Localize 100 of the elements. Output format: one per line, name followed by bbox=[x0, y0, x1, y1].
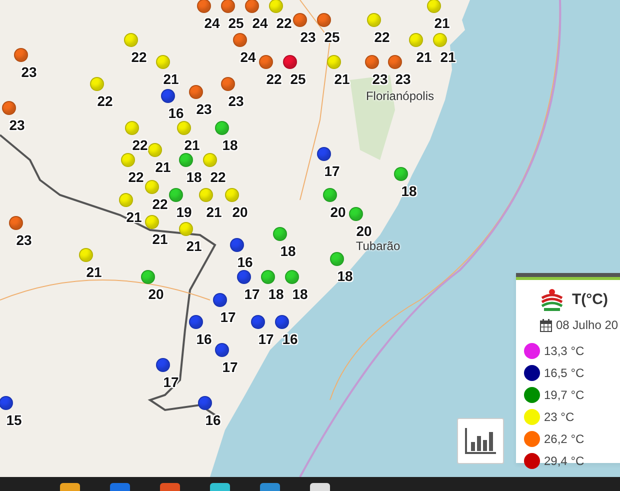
temperature-label: 18 bbox=[337, 269, 353, 283]
taskbar-icon[interactable] bbox=[110, 483, 130, 491]
station-marker[interactable] bbox=[215, 121, 229, 135]
temperature-label: 18 bbox=[222, 138, 238, 152]
temperature-label: 23 bbox=[9, 118, 25, 132]
temperature-label: 16 bbox=[205, 413, 221, 427]
station-marker[interactable] bbox=[269, 0, 283, 13]
station-marker[interactable] bbox=[245, 0, 259, 13]
station-marker[interactable] bbox=[2, 101, 16, 115]
temperature-label: 18 bbox=[401, 184, 417, 198]
station-marker[interactable] bbox=[161, 89, 175, 103]
temperature-label: 21 bbox=[86, 265, 102, 279]
station-marker[interactable] bbox=[141, 270, 155, 284]
station-marker[interactable] bbox=[203, 153, 217, 167]
temperature-label: 21 bbox=[152, 232, 168, 246]
temperature-label: 16 bbox=[168, 106, 184, 120]
temperature-label: 18 bbox=[186, 170, 202, 184]
station-marker[interactable] bbox=[427, 0, 441, 13]
station-marker[interactable] bbox=[273, 227, 287, 241]
station-marker[interactable] bbox=[283, 55, 297, 69]
station-marker[interactable] bbox=[197, 0, 211, 13]
station-marker[interactable] bbox=[327, 55, 341, 69]
temperature-label: 17 bbox=[258, 332, 274, 346]
station-marker[interactable] bbox=[237, 270, 251, 284]
station-marker[interactable] bbox=[323, 188, 337, 202]
temperature-label: 17 bbox=[222, 360, 238, 374]
station-marker[interactable] bbox=[317, 147, 331, 161]
station-marker[interactable] bbox=[145, 215, 159, 229]
taskbar-icon[interactable] bbox=[260, 483, 280, 491]
legend-title: T(°C) bbox=[572, 290, 608, 310]
temperature-label: 21 bbox=[440, 50, 456, 64]
station-marker[interactable] bbox=[179, 222, 193, 236]
legend-label: 13,3 °C bbox=[544, 343, 584, 360]
taskbar-icon[interactable] bbox=[160, 483, 180, 491]
taskbar-icon[interactable] bbox=[210, 483, 230, 491]
station-marker[interactable] bbox=[156, 358, 170, 372]
station-marker[interactable] bbox=[259, 55, 273, 69]
station-marker[interactable] bbox=[199, 188, 213, 202]
temperature-label: 22 bbox=[128, 170, 144, 184]
temperature-label: 24 bbox=[240, 50, 256, 64]
station-marker[interactable] bbox=[14, 48, 28, 62]
taskbar-icon[interactable] bbox=[310, 483, 330, 491]
chart-button[interactable] bbox=[457, 418, 504, 464]
station-marker[interactable] bbox=[177, 121, 191, 135]
place-label: Tubarão bbox=[356, 240, 400, 252]
station-marker[interactable] bbox=[121, 153, 135, 167]
station-marker[interactable] bbox=[169, 188, 183, 202]
temperature-label: 23 bbox=[196, 102, 212, 116]
temperature-label: 25 bbox=[228, 16, 244, 30]
station-marker[interactable] bbox=[189, 315, 203, 329]
station-marker[interactable] bbox=[230, 238, 244, 252]
station-marker[interactable] bbox=[145, 180, 159, 194]
station-marker[interactable] bbox=[0, 396, 13, 410]
station-marker[interactable] bbox=[409, 33, 423, 47]
station-marker[interactable] bbox=[221, 77, 235, 91]
temperature-label: 16 bbox=[237, 255, 253, 269]
temperature-label: 21 bbox=[163, 72, 179, 86]
temperature-label: 21 bbox=[155, 160, 171, 174]
station-marker[interactable] bbox=[79, 248, 93, 262]
station-marker[interactable] bbox=[433, 33, 447, 47]
station-marker[interactable] bbox=[317, 13, 331, 27]
station-marker[interactable] bbox=[198, 396, 212, 410]
temperature-label: 21 bbox=[126, 210, 142, 224]
station-marker[interactable] bbox=[90, 77, 104, 91]
station-marker[interactable] bbox=[349, 207, 363, 221]
calendar-icon bbox=[540, 318, 552, 332]
temperature-label: 21 bbox=[434, 16, 450, 30]
station-marker[interactable] bbox=[388, 55, 402, 69]
station-marker[interactable] bbox=[156, 55, 170, 69]
station-marker[interactable] bbox=[213, 293, 227, 307]
temperature-label: 17 bbox=[163, 375, 179, 389]
station-marker[interactable] bbox=[293, 13, 307, 27]
station-marker[interactable] bbox=[124, 33, 138, 47]
station-marker[interactable] bbox=[330, 252, 344, 266]
station-marker[interactable] bbox=[189, 85, 203, 99]
station-marker[interactable] bbox=[119, 193, 133, 207]
station-marker[interactable] bbox=[367, 13, 381, 27]
bar-chart-icon bbox=[464, 428, 496, 454]
legend-date: 08 Julho 20 bbox=[556, 317, 618, 334]
temperature-label: 21 bbox=[206, 205, 222, 219]
station-marker[interactable] bbox=[179, 153, 193, 167]
temperature-label: 22 bbox=[132, 138, 148, 152]
station-marker[interactable] bbox=[148, 143, 162, 157]
station-marker[interactable] bbox=[225, 188, 239, 202]
temperature-label: 17 bbox=[244, 287, 260, 301]
station-marker[interactable] bbox=[215, 343, 229, 357]
station-marker[interactable] bbox=[285, 270, 299, 284]
station-marker[interactable] bbox=[394, 167, 408, 181]
temperature-label: 17 bbox=[324, 164, 340, 178]
station-marker[interactable] bbox=[251, 315, 265, 329]
station-marker[interactable] bbox=[261, 270, 275, 284]
station-marker[interactable] bbox=[125, 121, 139, 135]
place-label: Florianópolis bbox=[366, 90, 434, 102]
legend-label: 29,4 °C bbox=[544, 453, 584, 470]
station-marker[interactable] bbox=[365, 55, 379, 69]
temperature-label: 21 bbox=[416, 50, 432, 64]
station-marker[interactable] bbox=[275, 315, 289, 329]
station-marker[interactable] bbox=[221, 0, 235, 13]
station-marker[interactable] bbox=[9, 216, 23, 230]
station-marker[interactable] bbox=[233, 33, 247, 47]
